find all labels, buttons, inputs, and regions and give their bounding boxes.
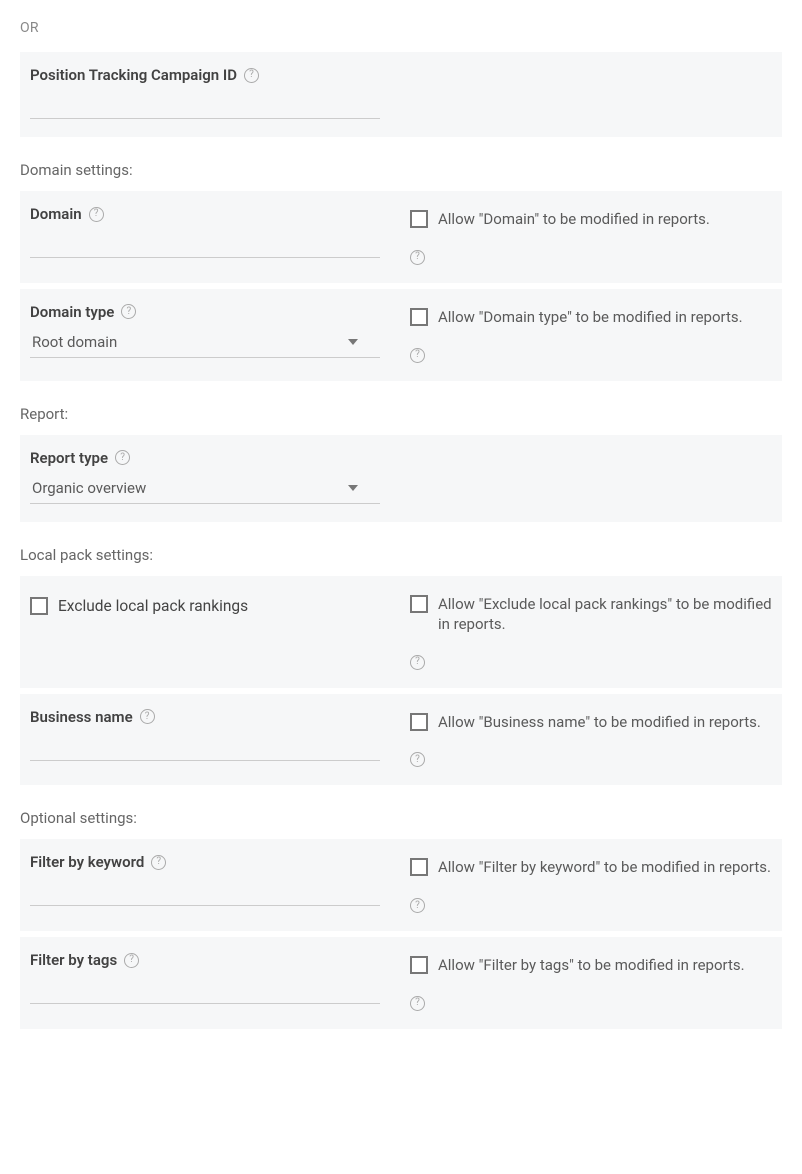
domain-settings-heading: Domain settings: [20,161,782,179]
domain-panel: Domain Allow "Domain" to be modified in … [20,191,782,283]
filter-keyword-label: Filter by keyword [30,853,144,871]
domain-label-row: Domain [30,205,380,223]
help-icon[interactable] [410,898,425,913]
filter-tags-label: Filter by tags [30,951,117,969]
help-icon[interactable] [410,996,425,1011]
filter-keyword-label-row: Filter by keyword [30,853,380,871]
exclude-local-pack-panel: Exclude local pack rankings Allow "Exclu… [20,576,782,688]
help-icon[interactable] [244,68,259,83]
domain-type-value: Root domain [32,333,117,351]
domain-type-select[interactable]: Root domain [30,327,380,358]
exclude-local-pack-checkbox[interactable] [30,597,48,615]
domain-type-panel: Domain type Root domain Allow "Domain ty… [20,289,782,381]
report-type-value: Organic overview [32,479,146,497]
business-name-panel: Business name Allow "Business name" to b… [20,694,782,786]
campaign-id-input[interactable] [30,90,380,119]
or-separator: OR [20,20,782,36]
report-type-panel: Report type Organic overview [20,435,782,522]
report-type-select[interactable]: Organic overview [30,473,380,504]
filter-tags-label-row: Filter by tags [30,951,380,969]
allow-domain-type-label: Allow "Domain type" to be modified in re… [438,307,743,327]
allow-domain-type-checkbox[interactable] [410,308,428,326]
business-name-label: Business name [30,708,133,726]
allow-exclude-local-pack-label: Allow "Exclude local pack rankings" to b… [438,594,772,635]
allow-filter-tags-label: Allow "Filter by tags" to be modified in… [438,955,745,975]
allow-filter-keyword-label: Allow "Filter by keyword" to be modified… [438,857,771,877]
filter-tags-panel: Filter by tags Allow "Filter by tags" to… [20,937,782,1029]
help-icon[interactable] [410,250,425,265]
help-icon[interactable] [410,655,425,670]
domain-input[interactable] [30,229,380,258]
allow-business-name-checkbox[interactable] [410,713,428,731]
allow-filter-keyword-checkbox[interactable] [410,858,428,876]
allow-filter-tags-checkbox[interactable] [410,956,428,974]
help-icon[interactable] [151,855,166,870]
allow-business-name-label: Allow "Business name" to be modified in … [438,712,761,732]
chevron-down-icon [348,485,358,491]
campaign-id-panel: Position Tracking Campaign ID [20,52,782,137]
business-name-label-row: Business name [30,708,380,726]
report-type-label: Report type [30,449,108,467]
domain-type-label: Domain type [30,303,114,321]
domain-type-label-row: Domain type [30,303,380,321]
help-icon[interactable] [89,207,104,222]
filter-keyword-input[interactable] [30,877,380,906]
help-icon[interactable] [115,450,130,465]
help-icon[interactable] [124,953,139,968]
campaign-id-label: Position Tracking Campaign ID [30,66,237,84]
help-icon[interactable] [121,304,136,319]
chevron-down-icon [348,339,358,345]
business-name-input[interactable] [30,732,380,761]
help-icon[interactable] [410,752,425,767]
allow-domain-checkbox[interactable] [410,210,428,228]
allow-exclude-local-pack-checkbox[interactable] [410,595,428,613]
domain-label: Domain [30,205,82,223]
local-pack-heading: Local pack settings: [20,546,782,564]
help-icon[interactable] [140,709,155,724]
exclude-local-pack-label: Exclude local pack rankings [58,596,248,616]
allow-domain-label: Allow "Domain" to be modified in reports… [438,209,710,229]
filter-tags-input[interactable] [30,975,380,1004]
report-heading: Report: [20,405,782,423]
optional-settings-heading: Optional settings: [20,809,782,827]
campaign-id-label-row: Position Tracking Campaign ID [30,66,380,84]
report-type-label-row: Report type [30,449,380,467]
help-icon[interactable] [410,348,425,363]
filter-keyword-panel: Filter by keyword Allow "Filter by keywo… [20,839,782,931]
